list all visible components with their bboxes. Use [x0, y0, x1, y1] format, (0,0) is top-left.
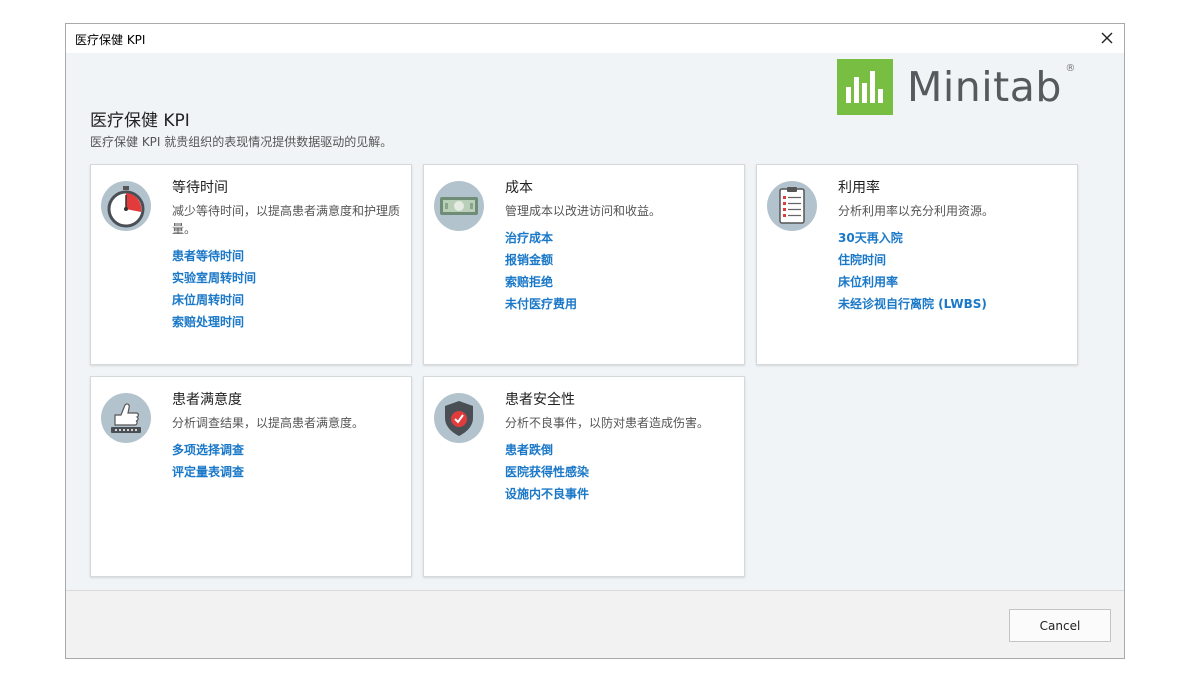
- dialog-footer: Cancel: [66, 590, 1124, 658]
- card-cost: 成本 管理成本以改进访问和收益。 治疗成本 报销金额 索赔拒绝 未付医疗费用: [423, 164, 745, 365]
- link-multiple-choice-survey[interactable]: 多项选择调查: [172, 439, 244, 461]
- link-list: 患者等待时间 实验室周转时间 床位周转时间 索赔处理时间: [172, 245, 256, 333]
- link-30-day-readmission[interactable]: 30天再入院: [838, 227, 987, 249]
- money-icon: [434, 181, 484, 231]
- window-title: 医疗保健 KPI: [75, 33, 146, 47]
- bar-chart-icon: [846, 71, 883, 103]
- link-treatment-cost[interactable]: 治疗成本: [505, 227, 577, 249]
- link-length-of-stay[interactable]: 住院时间: [838, 249, 987, 271]
- link-reimbursement-amount[interactable]: 报销金额: [505, 249, 577, 271]
- link-list: 治疗成本 报销金额 索赔拒绝 未付医疗费用: [505, 227, 577, 315]
- link-in-facility-adverse-events[interactable]: 设施内不良事件: [505, 483, 589, 505]
- card-title: 利用率: [838, 180, 880, 196]
- stopwatch-icon: [101, 181, 151, 231]
- link-list: 多项选择调查 评定量表调查: [172, 439, 244, 483]
- card-title: 患者安全性: [505, 392, 575, 408]
- card-description: 分析利用率以充分利用资源。: [838, 204, 995, 218]
- kpi-dialog: 医疗保健 KPI Minitab ® 医疗保健 KPI 医疗保健 KPI 就贵组…: [65, 23, 1125, 659]
- card-title: 患者满意度: [172, 392, 242, 408]
- link-patient-falls[interactable]: 患者跌倒: [505, 439, 589, 461]
- brand-name: Minitab: [907, 63, 1062, 111]
- card-title: 成本: [505, 180, 533, 196]
- card-wait-time: 等待时间 减少等待时间，以提高患者满意度和护理质量。 患者等待时间 实验室周转时…: [90, 164, 412, 365]
- card-title: 等待时间: [172, 180, 228, 196]
- link-rating-scale-survey[interactable]: 评定量表调查: [172, 461, 244, 483]
- card-description: 减少等待时间，以提高患者满意度和护理质量。: [172, 204, 401, 236]
- page-title: 医疗保健 KPI: [90, 111, 190, 131]
- close-button[interactable]: [1094, 26, 1120, 50]
- card-utilization: 利用率 分析利用率以充分利用资源。 30天再入院 住院时间 床位利用率 未经诊视…: [756, 164, 1078, 365]
- link-unpaid-medical-bills[interactable]: 未付医疗费用: [505, 293, 577, 315]
- title-bar: 医疗保健 KPI: [66, 24, 1124, 53]
- clipboard-icon: [767, 181, 817, 231]
- minitab-logo-mark: [837, 59, 893, 115]
- card-patient-satisfaction: 患者满意度 分析调查结果，以提高患者满意度。 多项选择调查 评定量表调查: [90, 376, 412, 577]
- card-description: 分析调查结果，以提高患者满意度。: [172, 416, 365, 430]
- link-lwbs[interactable]: 未经诊视自行离院 (LWBS): [838, 293, 987, 315]
- thumbs-up-icon: [101, 393, 151, 443]
- minitab-logo-text: Minitab ®: [907, 63, 1075, 111]
- page-subtitle: 医疗保健 KPI 就贵组织的表现情况提供数据驱动的见解。: [90, 135, 393, 149]
- link-list: 30天再入院 住院时间 床位利用率 未经诊视自行离院 (LWBS): [838, 227, 987, 315]
- link-patient-wait-time[interactable]: 患者等待时间: [172, 245, 256, 267]
- close-icon: [1101, 32, 1113, 44]
- link-claim-denial[interactable]: 索赔拒绝: [505, 271, 577, 293]
- cancel-button[interactable]: Cancel: [1009, 609, 1111, 642]
- registered-mark: ®: [1065, 63, 1076, 74]
- link-hospital-acquired-infection[interactable]: 医院获得性感染: [505, 461, 589, 483]
- link-list: 患者跌倒 医院获得性感染 设施内不良事件: [505, 439, 589, 505]
- link-bed-utilization[interactable]: 床位利用率: [838, 271, 987, 293]
- card-description: 管理成本以改进访问和收益。: [505, 204, 662, 218]
- card-description: 分析不良事件，以防对患者造成伤害。: [505, 416, 710, 430]
- minitab-logo: Minitab ®: [837, 59, 1077, 115]
- card-patient-safety: 患者安全性 分析不良事件，以防对患者造成伤害。 患者跌倒 医院获得性感染 设施内…: [423, 376, 745, 577]
- shield-icon: [434, 393, 484, 443]
- link-lab-turnaround-time[interactable]: 实验室周转时间: [172, 267, 256, 289]
- content-area: Minitab ® 医疗保健 KPI 医疗保健 KPI 就贵组织的表现情况提供数据…: [66, 53, 1124, 590]
- link-claim-processing-time[interactable]: 索赔处理时间: [172, 311, 256, 333]
- link-bed-turnaround-time[interactable]: 床位周转时间: [172, 289, 256, 311]
